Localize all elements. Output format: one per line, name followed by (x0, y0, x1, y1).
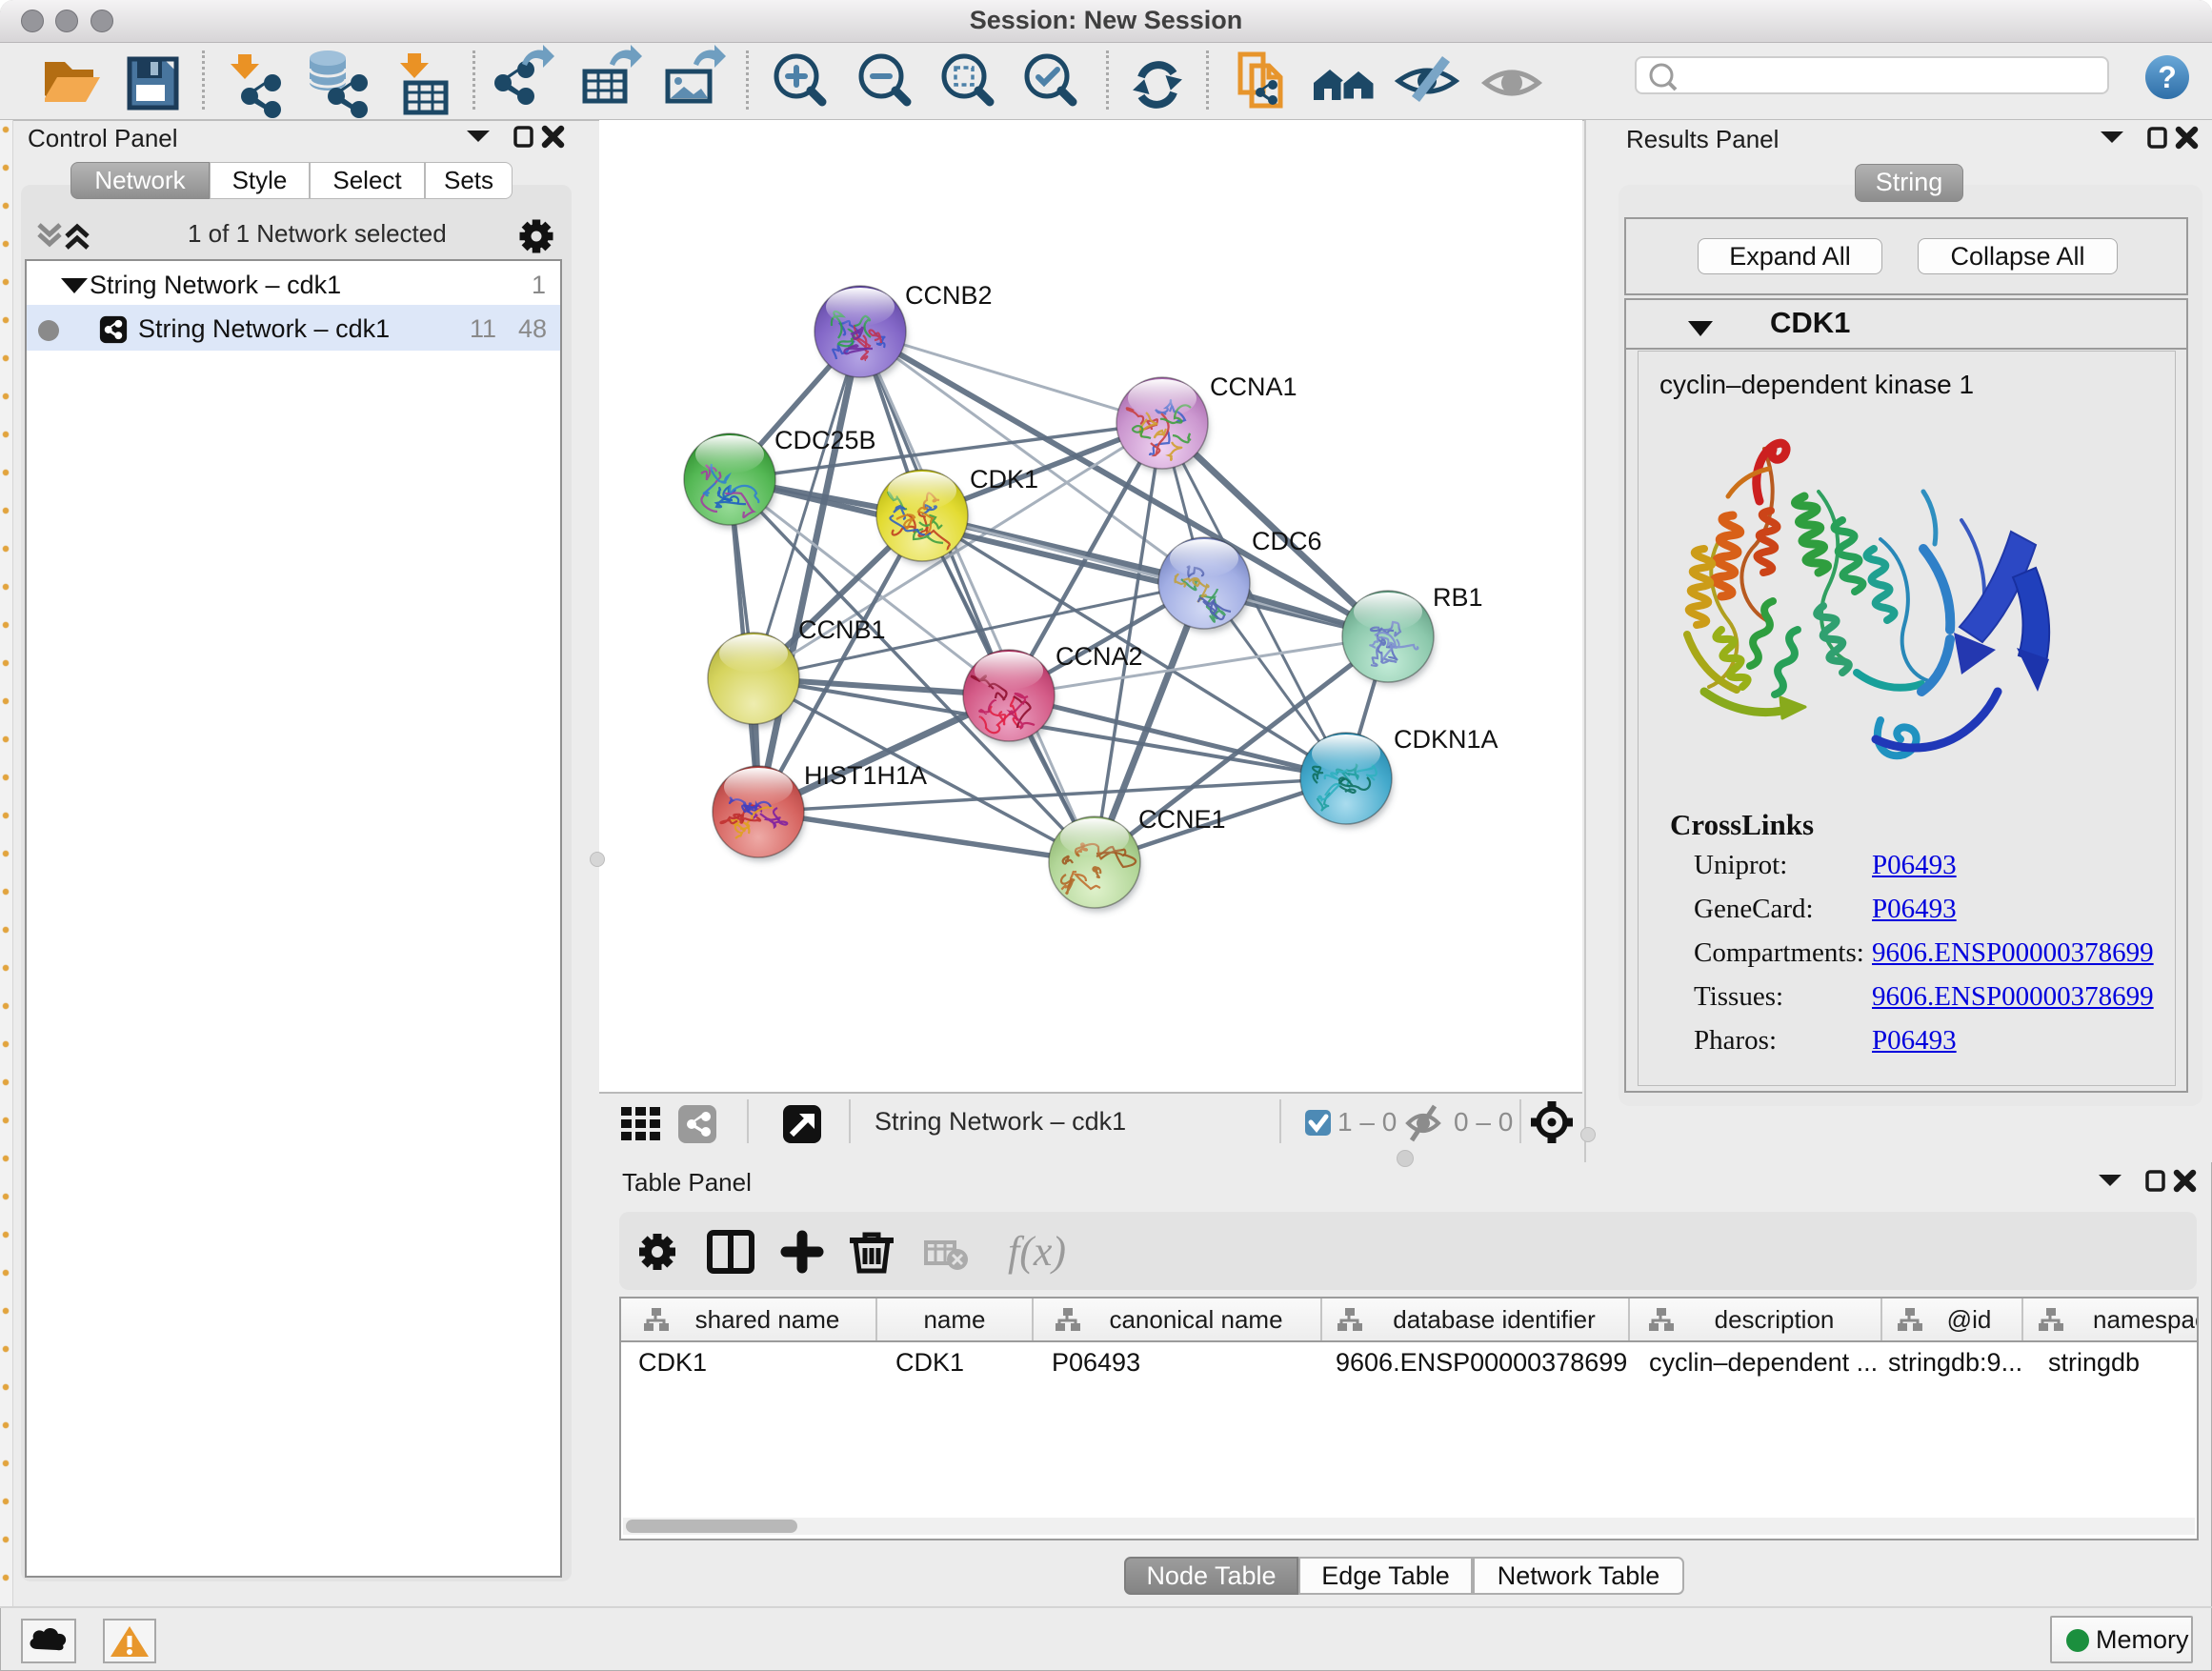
svg-text:CCNA1: CCNA1 (1210, 372, 1297, 401)
svg-text:f(x): f(x) (1008, 1228, 1066, 1275)
svg-text:HIST1H1A: HIST1H1A (804, 761, 927, 790)
svg-text:CCNE1: CCNE1 (1138, 805, 1226, 834)
svg-text:CCNA2: CCNA2 (1056, 642, 1143, 671)
svg-text:CCNB1: CCNB1 (798, 615, 886, 644)
svg-text:CDC25B: CDC25B (774, 426, 876, 454)
svg-text:CDKN1A: CDKN1A (1394, 725, 1498, 754)
svg-text:CCNB2: CCNB2 (905, 281, 993, 310)
svg-text:CDK1: CDK1 (970, 465, 1038, 493)
svg-text:CDC6: CDC6 (1252, 527, 1322, 555)
svg-text:RB1: RB1 (1433, 583, 1483, 612)
